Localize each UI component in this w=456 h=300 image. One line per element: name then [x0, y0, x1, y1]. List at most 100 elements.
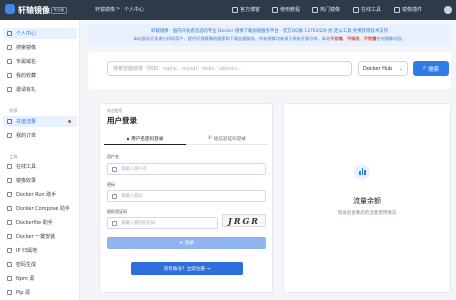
user-icon [7, 31, 12, 36]
notification-dot [68, 120, 71, 123]
phone-icon: ✆ [207, 136, 212, 141]
sidebar-item-label: 邀请有礼 [16, 87, 37, 93]
sidebar-item-favorites[interactable]: 我的收藏 [3, 70, 77, 81]
app-name[interactable]: 轩辕镜像 [18, 5, 50, 16]
login-icon: ➜ [178, 240, 183, 246]
top-bar: 轩辕镜像 专业版 轩辕镜像 > 个人中心 官方博客 使用教程 热门镜像 在线工具… [0, 0, 456, 20]
registry-select-value: Docker Hub [363, 66, 393, 72]
sidebar-item-search[interactable]: 搜索镜像 [3, 42, 77, 53]
sidebar-item-docker-compose[interactable]: Docker Compose 助手 [3, 203, 77, 214]
notice-warning: 不存储 [330, 36, 343, 41]
package-icon [7, 290, 12, 295]
lock-icon [112, 194, 117, 199]
sidebar: 个人中心 搜索镜像 专属域名 我的收藏 邀请有礼 资源 充值流量 我的订单 工具… [0, 20, 80, 300]
sidebar-item-label: 在线工具 [16, 164, 37, 170]
sidebar-item-label: 我的订单 [16, 133, 37, 139]
captcha-label: 图形验证码 [107, 209, 127, 214]
breadcrumb-home[interactable]: 轩辕镜像 [95, 6, 115, 13]
nav-online-tools[interactable]: 在线工具 [353, 6, 381, 13]
tab-label: 用户名密码登录 [131, 136, 164, 142]
sidebar-section-assets: 资源 [9, 108, 18, 113]
lock-icon: 🔒︎ [126, 136, 130, 142]
sidebar-item-pip[interactable]: Pip 源 [3, 287, 77, 298]
sidebar-item-label: Npm 源 [16, 276, 35, 282]
location-icon [7, 248, 12, 253]
register-button[interactable]: 没有账号？立即注册 → [131, 262, 243, 275]
help-icon [272, 6, 278, 13]
nav-hot-images-label: 热门镜像 [320, 7, 341, 13]
sidebar-item-label: 专属域名 [16, 59, 37, 65]
captcha-field[interactable]: 请输入图形验证码 [107, 217, 218, 229]
sidebar-item-docker-install[interactable]: Docker 一键安装 [3, 231, 77, 242]
sidebar-item-label: 镜像收录 [16, 178, 37, 184]
user-avatar[interactable] [444, 6, 452, 14]
captcha-placeholder: 请输入图形验证码 [121, 221, 156, 226]
login-button[interactable]: ➜ 登录 [107, 237, 266, 249]
fire-icon [312, 6, 318, 13]
sidebar-item-docker-run[interactable]: Docker Run 助手 [3, 189, 77, 200]
login-subtitle: 欢迎使用 [107, 108, 123, 113]
username-label: 用户名 [107, 154, 119, 159]
nav-plugins[interactable]: 镜像插件 [394, 6, 422, 13]
nav-blog[interactable]: 官方博客 [232, 6, 260, 13]
sidebar-item-invite[interactable]: 邀请有礼 [3, 84, 77, 95]
edition-badge: 专业版 [51, 7, 67, 14]
sidebar-item-image-archive[interactable]: 镜像收录 [3, 175, 77, 186]
file-icon [7, 206, 12, 211]
sidebar-item-label: Docker 一键安装 [16, 234, 56, 240]
chevron-down-icon: ⌄ [398, 66, 403, 72]
archive-icon [7, 178, 12, 183]
username-field[interactable]: 请输入用户名 [107, 163, 266, 175]
search-input[interactable]: 搜索容器镜像（例如：nginx、mysql、redis、ubuntu... [107, 61, 352, 76]
sidebar-item-label: 搜索镜像 [16, 45, 37, 51]
nav-hot-images[interactable]: 热门镜像 [312, 6, 340, 13]
password-placeholder: 请输入密码 [121, 194, 143, 199]
key-icon [7, 262, 12, 267]
sidebar-item-label: Pip 源 [16, 290, 31, 296]
password-label: 密码 [107, 182, 115, 187]
notice-text: 任何镜像内容。 [376, 36, 406, 41]
search-button[interactable]: ⌕ 搜索 [413, 61, 449, 76]
tab-password-login[interactable]: 🔒︎ 用户名密码登录 [104, 133, 186, 145]
sidebar-item-dockerfile[interactable]: Dockerfile 助手 [3, 217, 77, 228]
tools-icon [7, 164, 12, 169]
shield-icon [112, 221, 117, 226]
captcha-image[interactable]: JRGR [222, 214, 266, 227]
user-icon [112, 167, 117, 172]
sidebar-section-tools: 工具 [9, 154, 18, 159]
doc-icon [7, 220, 12, 225]
heart-icon [7, 73, 12, 78]
nav-tutorial[interactable]: 使用教程 [272, 6, 300, 13]
password-field[interactable]: 请输入密码 [107, 190, 266, 202]
notice-warning: 不修改 [346, 36, 360, 41]
login-title: 用户登录 [107, 116, 137, 125]
sidebar-item-password-gen[interactable]: 密码生成 [3, 259, 77, 270]
chart-icon-bar [364, 170, 366, 175]
gift-icon [7, 87, 12, 92]
nav-tutorial-label: 使用教程 [280, 7, 301, 13]
sidebar-item-profile[interactable]: 个人中心 [3, 28, 77, 39]
breadcrumb-separator: > [116, 6, 121, 12]
search-button-label: 搜索 [428, 66, 440, 73]
sidebar-item-ip-location[interactable]: IP 归属地 [3, 245, 77, 256]
tab-sms-login[interactable]: ✆ 短信验证码登录 [186, 133, 268, 145]
sidebar-item-orders[interactable]: 我的订单 [3, 130, 77, 141]
registry-select[interactable]: Docker Hub ⌄ [358, 61, 408, 76]
notice-line-1: 轩辕镜像 · 国内开发者首选的专业 Docker 镜像下载加速服务平台 · 官方… [150, 29, 388, 34]
download-icon [7, 234, 12, 239]
terminal-icon [7, 192, 12, 197]
plugin-icon [394, 6, 400, 13]
search-icon [7, 45, 12, 50]
username-placeholder: 请输入用户名 [121, 167, 147, 172]
sidebar-item-npm[interactable]: Npm 源 [3, 273, 77, 284]
order-icon [7, 133, 12, 138]
sidebar-item-recharge[interactable]: 充值流量 [3, 116, 77, 127]
globe-icon [7, 59, 12, 64]
nav-online-tools-label: 在线工具 [361, 7, 382, 13]
sidebar-item-online-tools[interactable]: 在线工具 [3, 161, 77, 172]
tab-label: 短信验证码登录 [213, 136, 247, 142]
logo-icon[interactable] [5, 4, 15, 14]
sidebar-item-domain[interactable]: 专属域名 [3, 56, 77, 67]
chart-icon-bar [359, 171, 361, 175]
package-icon [7, 276, 12, 281]
